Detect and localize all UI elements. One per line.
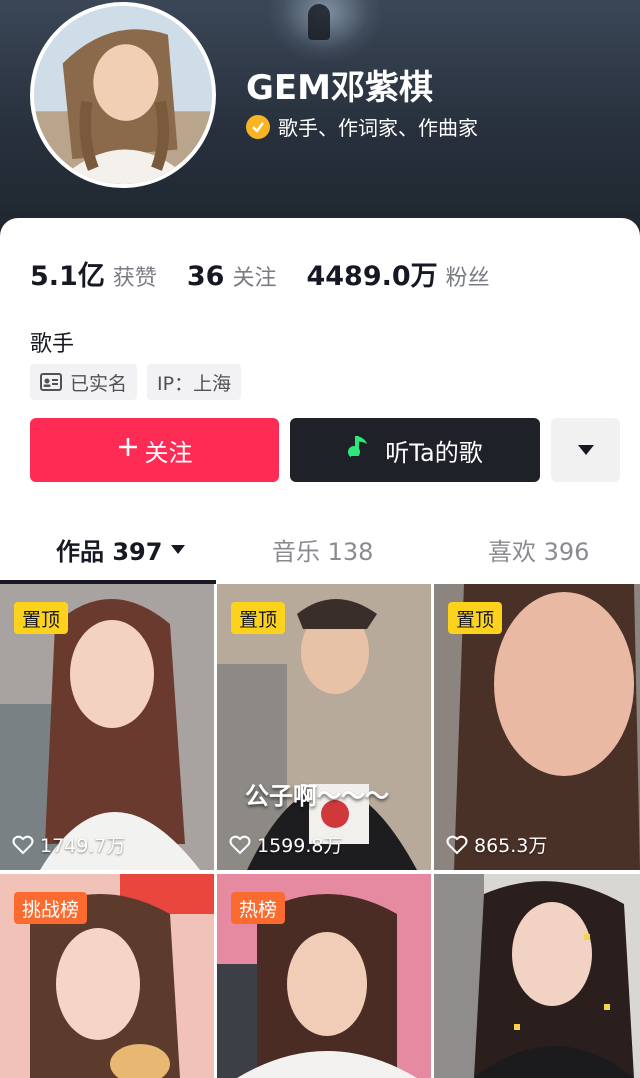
avatar[interactable] [30,2,216,188]
listen-songs-label: 听Ta的歌 [385,438,483,467]
header-background-figure [308,4,330,40]
video-likes-count: 1599.8万 [257,835,343,857]
avatar-image [34,6,212,184]
video-thumbnail[interactable]: 置顶 865.3万 [434,584,640,870]
following-count[interactable]: 36 [187,261,225,292]
challenge-chart-badge: 挑战榜 [14,892,88,924]
ip-tag-label: IP：上海 [157,372,232,395]
likes-label: 获赞 [112,266,157,291]
pinned-badge: 置顶 [231,602,286,634]
video-thumbnail[interactable] [434,874,640,1078]
video-thumbnail[interactable]: 挑战榜 [0,874,214,1078]
video-image [434,874,640,1078]
caret-down-icon [577,445,594,455]
tab-works-label: 作品 397 [56,538,163,566]
follow-button[interactable]: 关注 [30,418,279,482]
plus-icon [117,436,139,464]
content-tabs: 作品 397 音乐 138 喜欢 396 [0,518,640,584]
caret-down-icon [171,545,186,554]
video-grid: 置顶 1749.7万 置顶 公子啊～～～ 1599.8万 置顶 865.3万 挑… [0,584,640,1078]
id-card-icon [40,373,62,391]
bio-text: 歌手 [30,332,75,357]
verification-text: 歌手、作词家、作曲家 [278,116,478,140]
followers-label[interactable]: 粉丝 [446,260,490,292]
heart-icon [12,835,34,854]
likes-count: 5.1亿 [30,261,105,292]
video-likes-count: 865.3万 [474,835,548,857]
profile-name: GEM邓紫棋 [246,68,433,108]
action-buttons: 关注 听Ta的歌 [30,418,620,482]
realname-tag-label: 已实名 [70,372,128,395]
stats-row: 5.1亿 获赞 36 关注 4489.0万 粉丝 [30,254,520,293]
tab-music[interactable]: 音乐 138 [272,532,373,567]
heart-icon [446,835,468,854]
more-dropdown-button[interactable] [551,418,620,482]
tab-works[interactable]: 作品 397 [56,532,186,567]
hot-chart-badge: 热榜 [231,892,286,924]
ip-tag: IP：上海 [147,364,242,400]
pinned-badge: 置顶 [14,602,69,634]
video-likes: 865.3万 [446,831,547,858]
profile-header: GEM邓紫棋 歌手、作词家、作曲家 [0,0,640,240]
video-likes-count: 1749.7万 [40,835,126,857]
video-thumbnail[interactable]: 热榜 [217,874,431,1078]
tag-row: 已实名 IP：上海 [30,364,242,400]
following-label[interactable]: 关注 [232,260,276,292]
followers-count[interactable]: 4489.0万 [306,254,437,293]
follow-button-label: 关注 [144,438,193,467]
video-thumbnail[interactable]: 置顶 公子啊～～～ 1599.8万 [217,584,431,870]
pinned-badge: 置顶 [448,602,503,634]
listen-songs-button[interactable]: 听Ta的歌 [290,418,540,482]
music-note-icon [347,433,371,467]
video-thumbnail[interactable]: 置顶 1749.7万 [0,584,214,870]
verified-check-icon [246,114,270,139]
video-caption-overlay: 公子啊～～～ [245,782,389,810]
heart-icon [229,835,251,854]
tab-likes[interactable]: 喜欢 396 [488,532,589,567]
video-likes: 1599.8万 [229,831,342,858]
verification-row: 歌手、作词家、作曲家 [246,112,478,141]
video-likes: 1749.7万 [12,831,125,858]
realname-tag: 已实名 [30,364,138,400]
